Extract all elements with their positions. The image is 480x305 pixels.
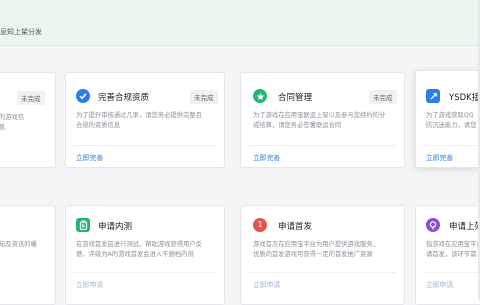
card-divider [422, 145, 480, 146]
number-one-icon: 1 [253, 218, 267, 232]
card-divider [74, 145, 216, 146]
card-apply-listing: 申请上架 指游戏在应用宝平台 请首发，该环节需 立即申请 [415, 205, 480, 305]
status-badge: 未完成 [369, 90, 397, 104]
status-badge: 未完成 [190, 90, 218, 104]
card-partial-left-row2: 坛及资讯的曝 [0, 205, 56, 305]
card-title: YSDK接 [449, 93, 480, 103]
star-circle-icon [253, 89, 267, 103]
card-title: 申请上架 [449, 222, 480, 232]
card-ysdk: YSDK接 为了游戏获取QQ 防沉迷能力，请您 立即完善 [415, 70, 480, 168]
card-description: 游戏首次在应用宝平台为用户提供游戏服务， 优质的首发游戏可获得一定的首发推广资源 [253, 241, 379, 258]
card-divider [74, 272, 216, 273]
card-description: 为了游戏在应用宝联运上架以及参与您缔约的分 成结算，请您务必签署联运合同 [253, 112, 386, 129]
card-contract-management: 合同管理 未完成 为了游戏在应用宝联运上架以及参与您缔约的分 成结算，请您务必签… [240, 72, 405, 168]
complete-now-link[interactable]: 立即完善 [426, 152, 453, 162]
card-divider [249, 145, 396, 146]
broadcast-icon [426, 218, 440, 232]
card-description: 指游戏在应用宝平台 请首发，该环节需 [426, 241, 480, 258]
status-badge: 未完成 [17, 91, 45, 105]
card-description: 为了游戏获取QQ 防沉迷能力，请您 [426, 112, 477, 129]
link-icon [426, 89, 440, 103]
apply-now-link[interactable]: 立即申请 [426, 279, 453, 289]
card-divider [422, 272, 480, 273]
card-description: 在游戏首发前进行测试，帮助游戏获得用户反 馈，评级为A的游戏首发会进入不删档内测 [76, 241, 202, 258]
card-divider [249, 272, 396, 273]
banner-text: 息知上架分发 [0, 28, 42, 36]
complete-now-link[interactable]: 立即完善 [253, 152, 280, 162]
card-complete-qualification: 完善合规资质 未完成 为了提升审核通过几率，请您务必提供完整且 合规的资质信息 … [65, 72, 225, 168]
battery-icon [76, 218, 90, 232]
card-apply-first-release: 1 申请首发 游戏首次在应用宝平台为用户提供游戏服务， 优质的首发游戏可获得一定… [240, 205, 405, 305]
card-description: 的游戏信 息 [0, 114, 25, 131]
card-description: 坛及资讯的曝 [0, 241, 37, 248]
apply-now-link[interactable]: 立即申请 [76, 279, 103, 289]
apply-now-link[interactable]: 立即申请 [253, 279, 280, 289]
card-title: 申请内测 [98, 222, 133, 232]
card-title: 申请首发 [278, 222, 313, 232]
card-apply-beta: 申请内测 在游戏首发前进行测试，帮助游戏获得用户反 馈，评级为A的游戏首发会进入… [65, 205, 225, 305]
complete-now-link[interactable]: 立即完善 [76, 152, 103, 162]
card-title: 合同管理 [278, 93, 313, 103]
card-title: 完善合规资质 [98, 93, 150, 103]
card-partial-left-row1: 未完成 的游戏信 息 [0, 72, 56, 168]
card-description: 为了提升审核通过几率，请您务必提供完整且 合规的资质信息 [76, 112, 202, 129]
verified-badge-icon [76, 89, 90, 103]
info-banner: 息知上架分发 [0, 0, 480, 46]
